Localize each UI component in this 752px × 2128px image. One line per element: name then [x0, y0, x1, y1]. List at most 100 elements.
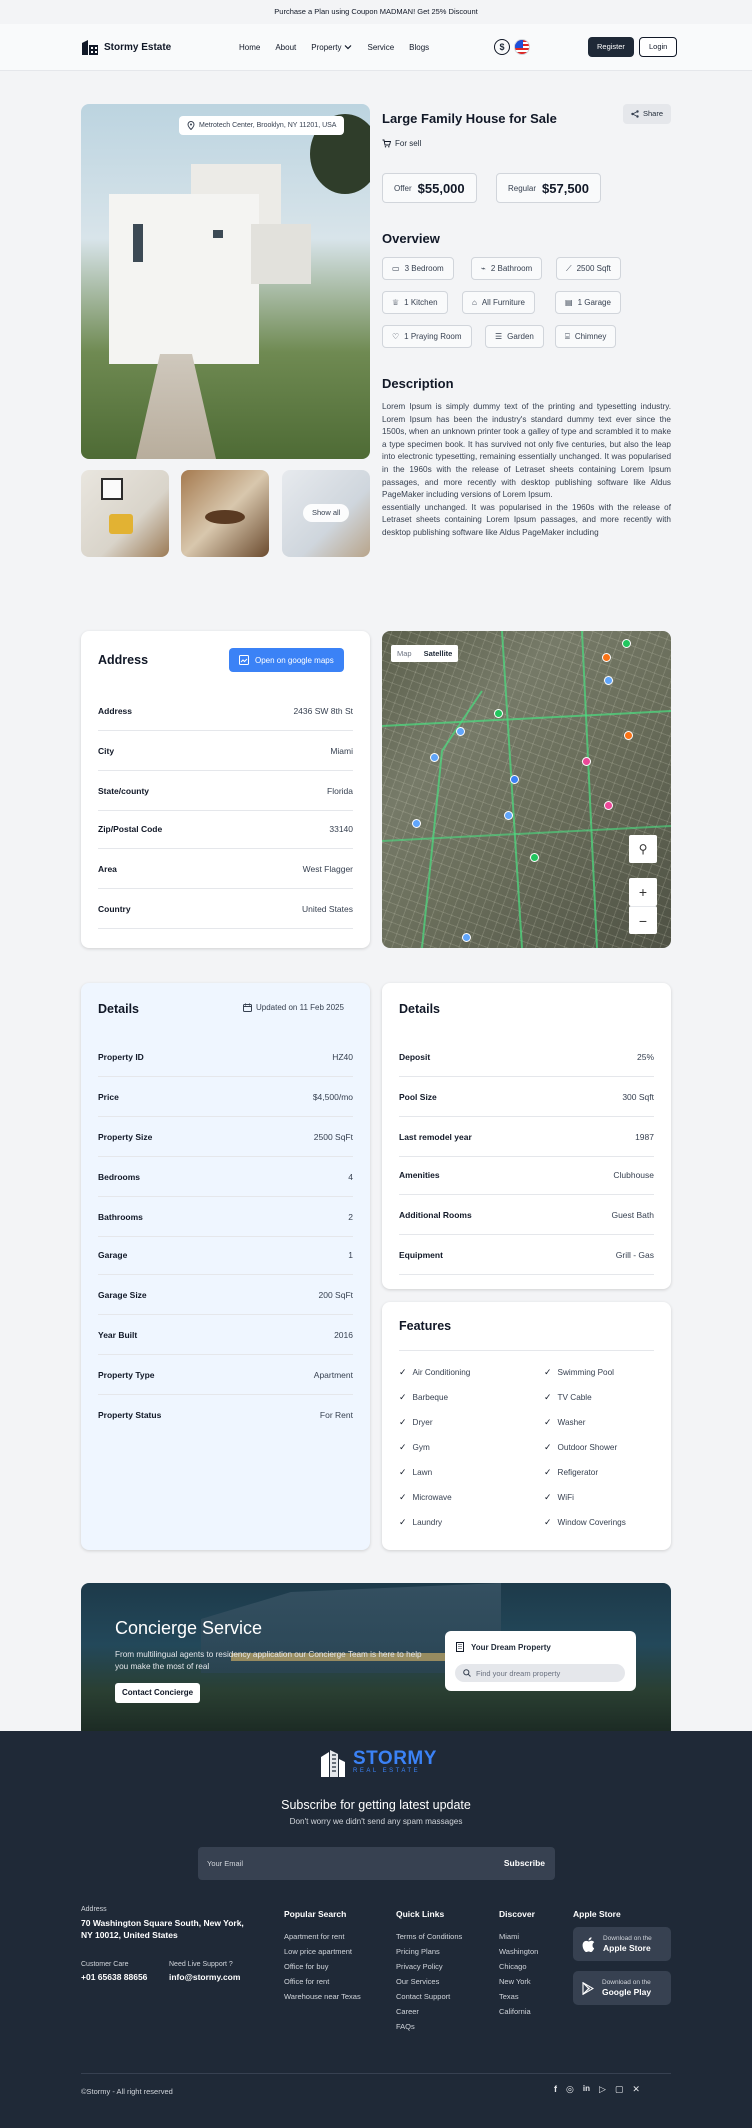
map-marker[interactable] — [504, 811, 513, 820]
map-marker[interactable] — [430, 753, 439, 762]
map-marker[interactable] — [456, 727, 465, 736]
nav-service[interactable]: Service — [367, 43, 394, 52]
building-icon — [456, 1642, 464, 1652]
footer-link[interactable]: Our Services — [396, 1977, 439, 1986]
map-marker[interactable] — [604, 676, 613, 685]
footer-link[interactable]: Contact Support — [396, 1992, 450, 2001]
linkedin-icon[interactable]: in — [583, 2084, 590, 2095]
footer-link[interactable]: Pricing Plans — [396, 1947, 440, 1956]
facebook-icon[interactable]: f — [554, 2084, 557, 2095]
map-marker[interactable] — [462, 933, 471, 942]
hero-path — [136, 354, 216, 459]
brand-logo[interactable]: Stormy Estate — [81, 38, 171, 56]
detail-row: Bathrooms 2 — [98, 1197, 353, 1237]
footer-link[interactable]: Career — [396, 2007, 419, 2016]
x-twitter-icon[interactable]: ✕ — [632, 2084, 640, 2095]
map-marker[interactable] — [604, 801, 613, 810]
feature-label: Washer — [557, 1418, 586, 1427]
regular-label: Regular — [508, 183, 537, 193]
footer-logo[interactable]: STORMY REAL ESTATE — [319, 1747, 437, 1777]
street-view-button[interactable]: ⚲ — [629, 835, 657, 863]
footer-link[interactable]: Office for buy — [284, 1962, 328, 1971]
map-marker[interactable] — [602, 653, 611, 662]
nav-about[interactable]: About — [275, 43, 296, 52]
twitch-icon[interactable]: ▢ — [615, 2084, 624, 2095]
check-icon: ✓ — [399, 1367, 407, 1377]
login-button[interactable]: Login — [639, 37, 678, 57]
hero-window — [133, 224, 143, 262]
feature-label: Outdoor Shower — [557, 1443, 618, 1452]
map-marker[interactable] — [624, 731, 633, 740]
footer-link[interactable]: Texas — [499, 1992, 519, 2001]
heart-icon: ♡ — [392, 332, 400, 341]
youtube-icon[interactable]: ▷ — [599, 2084, 606, 2095]
us-flag-icon[interactable] — [514, 39, 530, 55]
thumb-chair — [109, 514, 133, 534]
footer-link[interactable]: Office for rent — [284, 1977, 329, 1986]
contact-concierge-button[interactable]: Contact Concierge — [115, 1683, 201, 1703]
nav-home[interactable]: Home — [239, 43, 260, 52]
footer-address: 70 Washington Square South, New York, NY… — [81, 1918, 244, 1940]
apple-store-title: Apple Store — [573, 1909, 621, 1919]
open-google-maps-button[interactable]: Open on google maps — [229, 648, 344, 672]
hero-image[interactable]: Metrotech Center, Brooklyn, NY 11201, US… — [81, 104, 370, 459]
share-button[interactable]: Share — [623, 104, 672, 124]
gallery-thumb-3[interactable]: Show all — [282, 470, 370, 557]
map-marker[interactable] — [582, 757, 591, 766]
check-icon: ✓ — [399, 1517, 407, 1527]
overview-chip-furniture: ⌂ All Furniture — [462, 291, 535, 314]
zoom-in-button[interactable]: + — [629, 878, 657, 906]
care-phone[interactable]: +01 65638 88656 — [81, 1972, 147, 1982]
footer-link[interactable]: Washington — [499, 1947, 538, 1956]
subscribe-button[interactable]: Subscribe — [504, 1847, 545, 1880]
footer-link[interactable]: Terms of Conditions — [396, 1932, 462, 1941]
row-value: HZ40 — [332, 1051, 353, 1062]
chip-label: 3 Bedroom — [404, 264, 444, 273]
support-email[interactable]: info@stormy.com — [169, 1972, 240, 1982]
nav-property[interactable]: Property — [311, 43, 352, 52]
footer-link[interactable]: Apartment for rent — [284, 1932, 344, 1941]
thumb-frame — [101, 478, 123, 500]
footer-link[interactable]: Privacy Policy — [396, 1962, 443, 1971]
map-marker[interactable] — [510, 775, 519, 784]
row-key: Property Type — [98, 1369, 155, 1380]
instagram-icon[interactable]: ◎ — [566, 2084, 574, 2095]
details-title: Details — [399, 1002, 440, 1016]
nav-blogs[interactable]: Blogs — [409, 43, 429, 52]
map-tab-map[interactable]: Map — [391, 645, 418, 662]
dream-property-card: Your Dream Property Find your dream prop… — [445, 1631, 636, 1691]
apple-store-button[interactable]: Download on the Apple Store — [573, 1927, 671, 1961]
register-button[interactable]: Register — [588, 37, 634, 57]
footer-link[interactable]: New York — [499, 1977, 531, 1986]
footer-link[interactable]: California — [499, 2007, 531, 2016]
promo-text: Purchase a Plan using Coupon MADMAN! Get… — [274, 7, 478, 16]
location-text: Metrotech Center, Brooklyn, NY 11201, US… — [199, 122, 337, 129]
google-play-button[interactable]: Download on the Google Play — [573, 1971, 671, 2005]
email-field[interactable]: Your Email Subscribe — [198, 1847, 555, 1880]
address-row: Zip/Postal Code 33140 — [98, 809, 353, 849]
overview-chip-garage: ▤ 1 Garage — [555, 291, 621, 314]
zoom-out-button[interactable]: − — [629, 906, 657, 934]
currency-icon[interactable]: $ — [494, 39, 510, 55]
footer-link[interactable]: Warehouse near Texas — [284, 1992, 361, 2001]
details-title: Details — [98, 1002, 139, 1016]
gallery-thumb-2[interactable] — [181, 470, 269, 557]
detail-row: Bedrooms 4 — [98, 1157, 353, 1197]
footer-link[interactable]: Chicago — [499, 1962, 527, 1971]
location-chip[interactable]: Metrotech Center, Brooklyn, NY 11201, US… — [179, 116, 345, 135]
footer-link[interactable]: FAQs — [396, 2022, 415, 2031]
feature-item: ✓ Gym — [399, 1442, 430, 1453]
fence-icon: ☰ — [495, 332, 503, 341]
dream-search-input[interactable]: Find your dream property — [455, 1664, 625, 1682]
chip-label: 2 Bathroom — [490, 264, 533, 273]
map-marker[interactable] — [494, 709, 503, 718]
footer-link[interactable]: Low price apartment — [284, 1947, 352, 1956]
map-marker[interactable] — [412, 819, 421, 828]
map-marker[interactable] — [530, 853, 539, 862]
map-marker[interactable] — [622, 639, 631, 648]
property-map[interactable]: Map Satellite ⚲ + − — [382, 631, 671, 948]
map-tab-satellite[interactable]: Satellite — [418, 645, 459, 662]
show-all-button[interactable]: Show all — [303, 504, 350, 522]
footer-link[interactable]: Miami — [499, 1932, 519, 1941]
gallery-thumb-1[interactable] — [81, 470, 169, 557]
